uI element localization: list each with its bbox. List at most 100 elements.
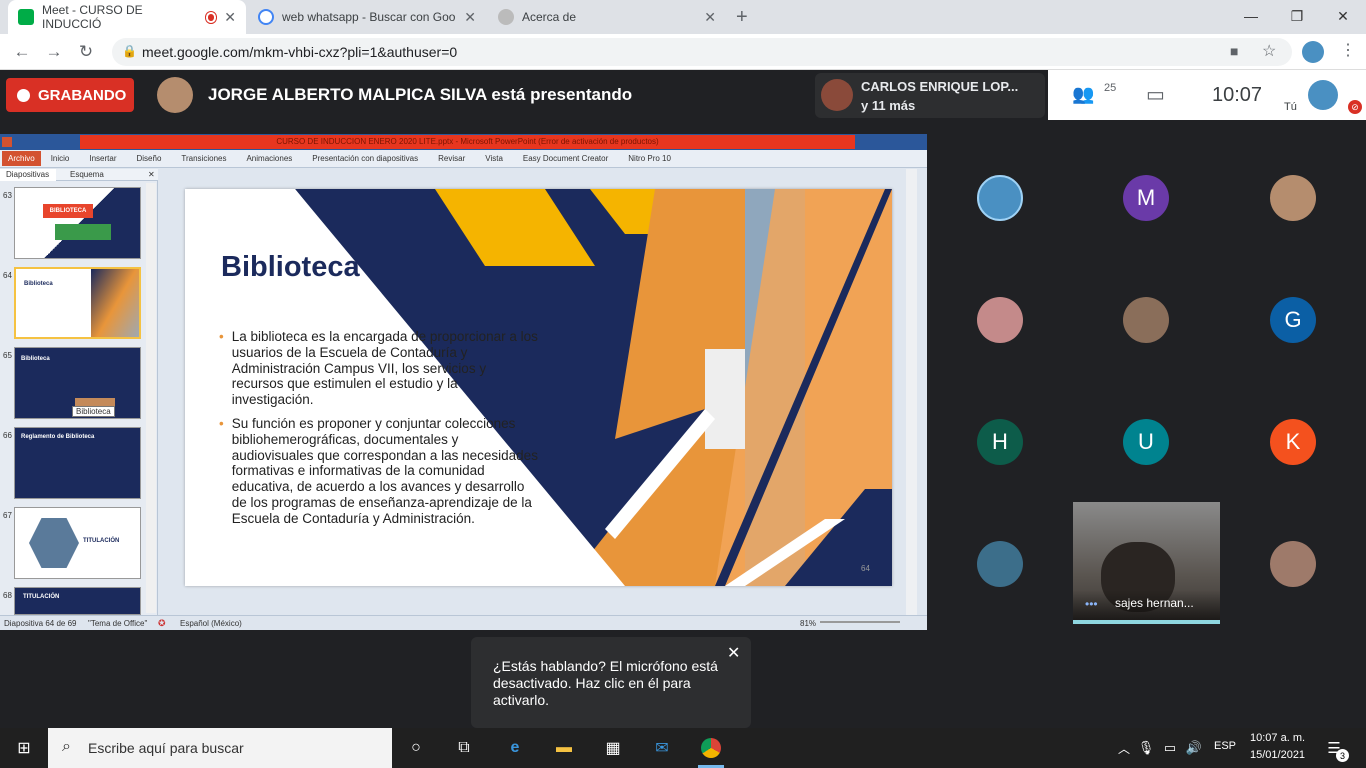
ribbon-tab[interactable]: Animaciones: [236, 154, 302, 163]
mic-off-icon[interactable]: ⊘: [1348, 100, 1362, 114]
ppt-title-bar: CURSO DE INDUCCION ENERO 2020 LITE.pptx …: [0, 134, 927, 150]
close-icon[interactable]: ✕: [224, 9, 236, 26]
url-input[interactable]: 🔒 meet.google.com/mkm-vhbi-cxz?pli=1&aut…: [112, 38, 1292, 66]
taskbar-time[interactable]: 10:07 a. m.: [1250, 732, 1305, 744]
camera-icon[interactable]: ■: [1230, 43, 1238, 59]
meet-controls: 👥 25 ▭ 10:07 Tú ⊘: [1048, 70, 1366, 120]
file-explorer-icon[interactable]: ▬: [552, 736, 576, 760]
more-icon[interactable]: ⋮: [1340, 40, 1356, 60]
panel-scrollbar[interactable]: [146, 183, 156, 613]
network-icon[interactable]: ▭: [1158, 736, 1182, 760]
participant-tile[interactable]: U: [1123, 419, 1169, 465]
cortana-icon[interactable]: ○: [404, 736, 428, 760]
slide-thumbnail[interactable]: Reglamento de Biblioteca: [14, 427, 141, 499]
slide-thumbnail-selected[interactable]: Biblioteca: [14, 267, 141, 339]
slide-page-number: 64: [861, 564, 870, 573]
participant-tile[interactable]: [1270, 541, 1316, 587]
self-label: Tú: [1284, 101, 1297, 113]
windows-start-icon[interactable]: ⊞: [12, 736, 36, 760]
participant-tile[interactable]: [977, 541, 1023, 587]
current-slide[interactable]: Biblioteca • La biblioteca es la encarga…: [185, 189, 892, 586]
slide-thumbnail[interactable]: BIBLIOTECA: [14, 187, 141, 259]
powerpoint-icon: [2, 137, 12, 147]
search-placeholder: Escribe aquí para buscar: [88, 740, 244, 756]
tab-diapositivas[interactable]: Diapositivas: [0, 169, 56, 181]
participant-tile[interactable]: [1123, 297, 1169, 343]
close-icon[interactable]: ✕: [148, 169, 155, 181]
participant-tile[interactable]: [977, 297, 1023, 343]
edge-icon[interactable]: e: [503, 736, 527, 760]
participant-tile[interactable]: K: [1270, 419, 1316, 465]
ribbon-tab-archivo[interactable]: Archivo: [2, 151, 41, 166]
participant-video-tile[interactable]: ••• sajes hernan...: [1073, 502, 1220, 624]
tab-title: web whatsapp - Buscar con Goo: [282, 10, 456, 24]
lock-icon: 🔒: [122, 44, 137, 58]
participant-tile[interactable]: G: [1270, 297, 1316, 343]
meet-icon: [18, 9, 34, 25]
zoom-slider[interactable]: [820, 621, 900, 623]
chrome-icon[interactable]: [699, 736, 723, 760]
people-icon[interactable]: 👥: [1072, 84, 1094, 105]
active-speaker-chip[interactable]: CARLOS ENRIQUE LOP... y 11 más: [815, 73, 1045, 118]
theme-name: "Tema de Office": [88, 619, 148, 628]
back-icon[interactable]: ←: [10, 40, 34, 64]
input-language[interactable]: ESP: [1214, 740, 1236, 752]
chat-icon[interactable]: ▭: [1146, 82, 1165, 107]
mail-icon[interactable]: ✉: [650, 736, 674, 760]
minimize-icon[interactable]: —: [1228, 0, 1274, 32]
close-icon[interactable]: ✕: [464, 9, 476, 26]
record-dot-icon: [17, 88, 30, 102]
close-icon[interactable]: ✕: [704, 9, 716, 26]
participant-tile[interactable]: M: [1123, 175, 1169, 221]
restore-icon[interactable]: ❐: [1274, 0, 1320, 32]
new-tab-icon[interactable]: +: [736, 6, 748, 29]
ribbon-tab[interactable]: Diseño: [127, 154, 172, 163]
slide-bullets: • La biblioteca es la encargada de propo…: [219, 329, 538, 526]
tab-esquema[interactable]: Esquema: [70, 169, 104, 181]
volume-icon[interactable]: 🔊: [1182, 736, 1206, 760]
participant-tile[interactable]: [1270, 175, 1316, 221]
window-close-icon[interactable]: ✕: [1320, 0, 1366, 32]
zoom-level: 81%: [800, 619, 817, 628]
ribbon-tab[interactable]: Transiciones: [171, 154, 236, 163]
self-avatar[interactable]: [1308, 80, 1338, 110]
slide-thumbnail[interactable]: TITULACIÓN: [14, 587, 141, 615]
tab-google-search[interactable]: web whatsapp - Buscar con Goo ✕: [248, 0, 486, 34]
ribbon-tab[interactable]: Easy Document Creator: [513, 154, 618, 163]
google-icon: [258, 9, 274, 25]
ribbon-tab[interactable]: Vista: [475, 154, 513, 163]
ribbon-tab[interactable]: Inicio: [41, 154, 80, 163]
spellcheck-icon[interactable]: ✪: [158, 618, 166, 629]
language: Español (México): [180, 619, 242, 628]
forward-icon[interactable]: →: [42, 40, 66, 64]
speaker-more: y 11 más: [861, 98, 916, 113]
task-view-icon[interactable]: ⧉: [452, 736, 476, 760]
star-icon[interactable]: ☆: [1262, 41, 1276, 61]
ribbon-tab[interactable]: Nitro Pro 10: [618, 154, 681, 163]
slide-thumbnail[interactable]: TITULACIÓN: [14, 507, 141, 579]
ppt-status-bar: Diapositiva 64 de 69 "Tema de Office" ✪ …: [0, 615, 927, 630]
slide-scrollbar[interactable]: [906, 169, 917, 615]
recording-badge: GRABANDO: [6, 78, 134, 112]
settings-icon: [498, 9, 514, 25]
participant-name: sajes hernan...: [1115, 596, 1194, 610]
taskbar-date[interactable]: 15/01/2021: [1250, 749, 1305, 761]
ribbon-tab[interactable]: Insertar: [79, 154, 126, 163]
tab-acerca-de[interactable]: Acerca de ✕: [488, 0, 726, 34]
participant-tile[interactable]: H: [977, 419, 1023, 465]
tab-title: Meet - CURSO DE INDUCCIÓ: [42, 3, 143, 31]
tray-chevron-icon[interactable]: ︿: [1112, 736, 1136, 760]
taskbar-search[interactable]: ⌕ Escribe aquí para buscar: [48, 728, 392, 768]
reload-icon[interactable]: ↻: [74, 40, 98, 64]
participant-tile[interactable]: [977, 175, 1023, 221]
tab-meet[interactable]: Meet - CURSO DE INDUCCIÓ ✕: [8, 0, 246, 34]
ribbon-tab[interactable]: Presentación con diapositivas: [302, 154, 428, 163]
close-icon[interactable]: ✕: [727, 645, 740, 662]
profile-avatar[interactable]: [1302, 41, 1324, 63]
recording-icon: [205, 11, 217, 23]
tab-title: Acerca de: [522, 10, 577, 24]
ribbon-tab[interactable]: Revisar: [428, 154, 475, 163]
microphone-icon[interactable]: 🎙: [1134, 736, 1158, 760]
store-icon[interactable]: ▦: [601, 736, 625, 760]
meet-top-bar: GRABANDO JORGE ALBERTO MALPICA SILVA est…: [0, 70, 1366, 120]
